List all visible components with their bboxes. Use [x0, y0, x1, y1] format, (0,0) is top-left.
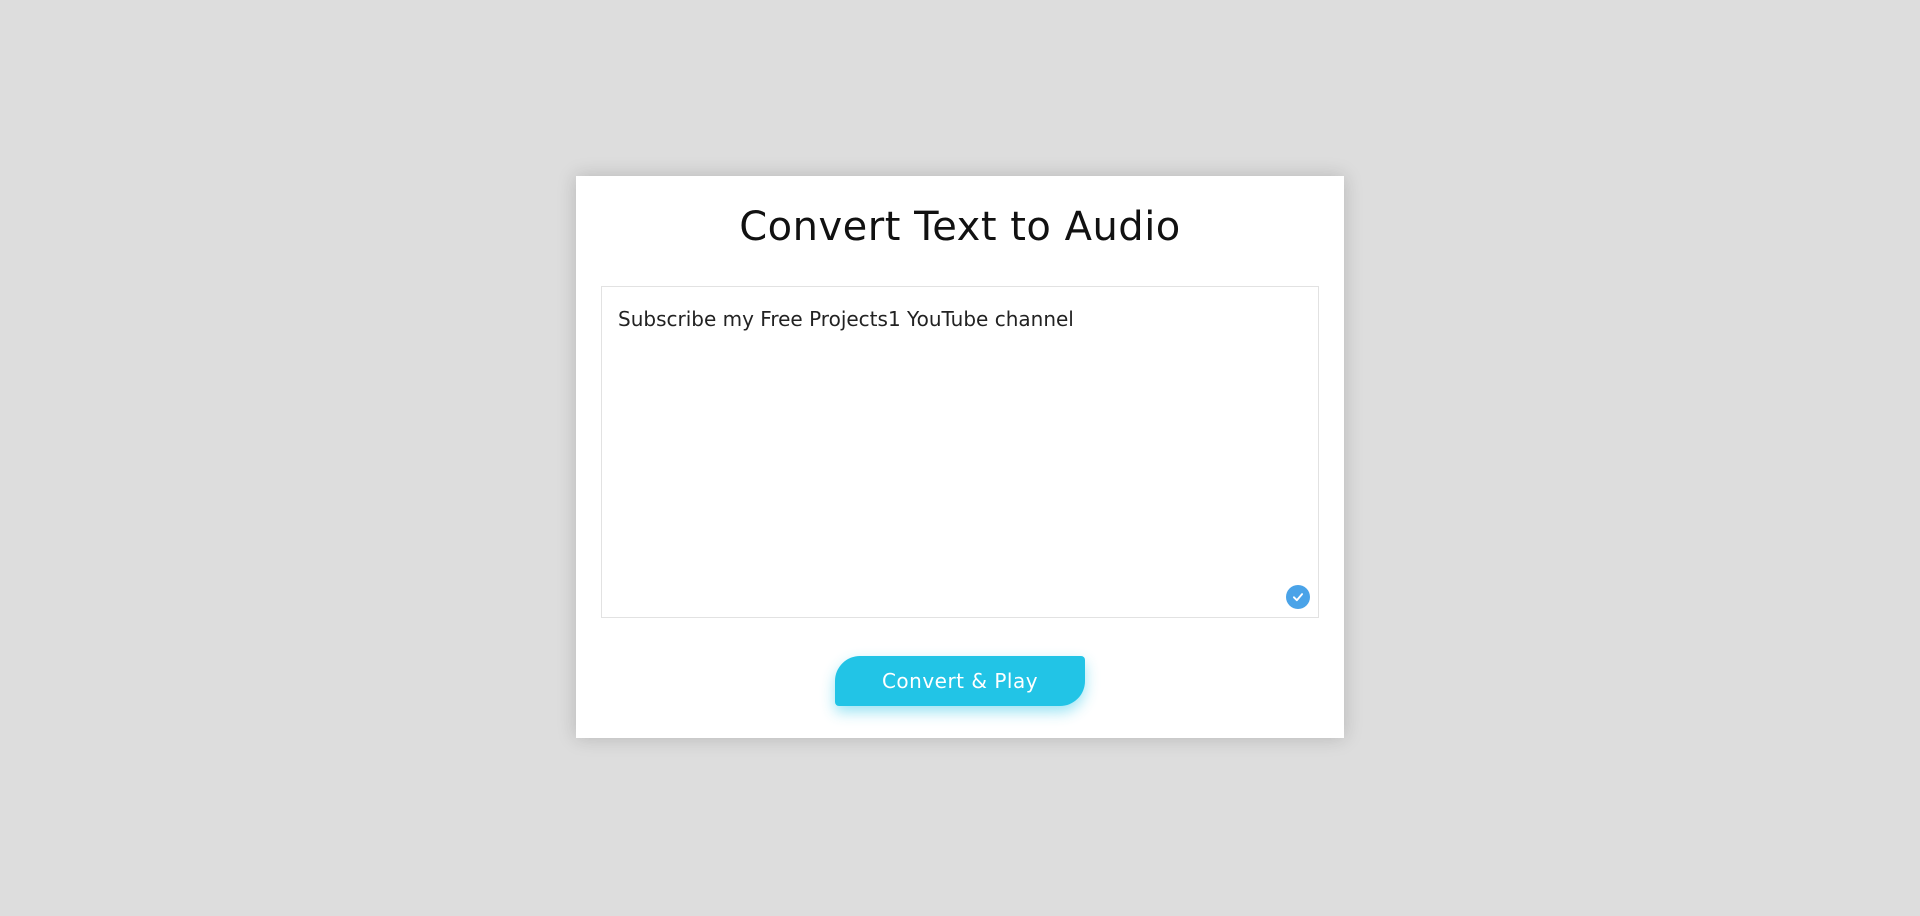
text-input[interactable]	[602, 287, 1318, 617]
page-title: Convert Text to Audio	[739, 204, 1181, 250]
convert-play-button[interactable]: Convert & Play	[835, 656, 1085, 706]
checkmark-circle-icon	[1286, 585, 1310, 609]
converter-card: Convert Text to Audio Convert & Play	[576, 176, 1344, 738]
text-input-container	[601, 286, 1319, 618]
